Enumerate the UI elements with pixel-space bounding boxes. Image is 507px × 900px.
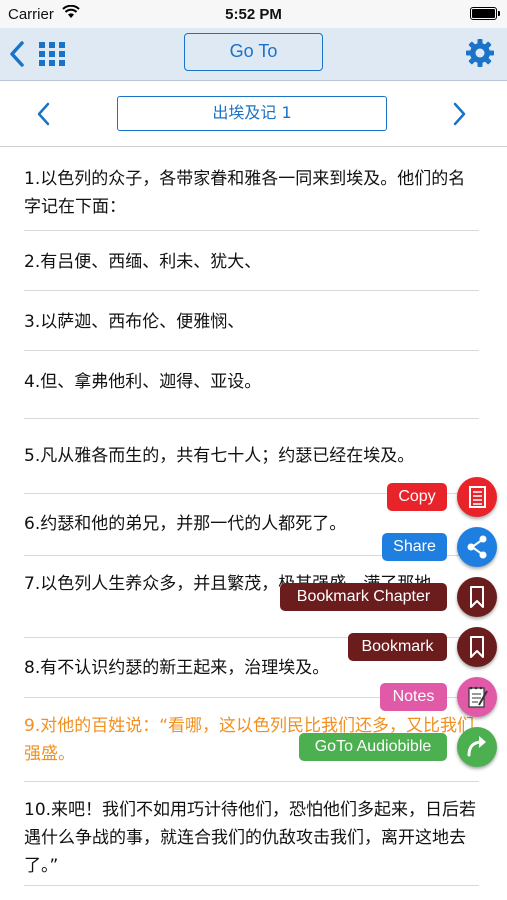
status-bar: Carrier 5:52 PM bbox=[0, 0, 507, 28]
chevron-right-icon bbox=[453, 102, 466, 126]
battery-icon bbox=[470, 7, 500, 20]
navigation-bar: Go To bbox=[0, 28, 507, 81]
settings-button[interactable] bbox=[465, 38, 495, 72]
bookmark-chapter-button[interactable] bbox=[457, 577, 497, 617]
notes-button[interactable] bbox=[457, 677, 497, 717]
bookmark-icon bbox=[470, 636, 484, 658]
notes-label[interactable]: Notes bbox=[380, 683, 447, 711]
verse-text: 2.有吕便、西缅、利未、犹大、 bbox=[24, 252, 262, 272]
verse-text: 1.以色列的众子，各带家眷和雅各一同来到埃及。他们的名字记在下面： bbox=[24, 169, 466, 217]
copy-label[interactable]: Copy bbox=[387, 483, 447, 511]
copy-button[interactable] bbox=[457, 477, 497, 517]
share-button[interactable] bbox=[457, 527, 497, 567]
bookmark-icon bbox=[470, 586, 484, 608]
verse-3[interactable]: 3.以萨迦、西布伦、便雅悯、 bbox=[24, 291, 479, 351]
verse-4[interactable]: 4.但、拿弗他利、迦得、亚设。 bbox=[24, 351, 479, 419]
verse-text: 10.来吧！我们不如用巧计待他们，恐怕他们多起来，日后若遇什么争战的事，就连合我… bbox=[24, 800, 477, 876]
bookmark-button[interactable] bbox=[457, 627, 497, 667]
goto-button[interactable]: Go To bbox=[184, 33, 323, 71]
share-label[interactable]: Share bbox=[382, 533, 447, 561]
chapter-bar: 出埃及记 1 bbox=[0, 81, 507, 147]
back-button[interactable] bbox=[8, 40, 26, 72]
chevron-left-icon bbox=[37, 102, 50, 126]
verse-1[interactable]: 1.以色列的众子，各带家眷和雅各一同来到埃及。他们的名字记在下面： bbox=[24, 147, 479, 231]
grid-menu-button[interactable] bbox=[39, 42, 65, 70]
previous-chapter-button[interactable] bbox=[36, 101, 52, 131]
verse-text: 3.以萨迦、西布伦、便雅悯、 bbox=[24, 312, 245, 332]
verse-list: 1.以色列的众子，各带家眷和雅各一同来到埃及。他们的名字记在下面： 2.有吕便、… bbox=[0, 147, 507, 886]
next-chapter-button[interactable] bbox=[451, 101, 467, 131]
goto-audiobible-button[interactable] bbox=[457, 727, 497, 767]
notes-icon bbox=[468, 686, 488, 708]
verse-text: 4.但、拿弗他利、迦得、亚设。 bbox=[24, 372, 262, 392]
chevron-left-icon bbox=[10, 41, 24, 67]
copy-icon bbox=[469, 486, 486, 508]
bookmark-label[interactable]: Bookmark bbox=[348, 633, 447, 661]
verse-2[interactable]: 2.有吕便、西缅、利未、犹大、 bbox=[24, 231, 479, 291]
goto-audiobible-label[interactable]: GoTo Audiobible bbox=[299, 733, 447, 761]
share-icon bbox=[467, 535, 487, 559]
gear-icon bbox=[466, 39, 494, 67]
goto-arrow-icon bbox=[467, 736, 486, 757]
verse-10[interactable]: 10.来吧！我们不如用巧计待他们，恐怕他们多起来，日后若遇什么争战的事，就连合我… bbox=[24, 782, 479, 886]
bookmark-chapter-label[interactable]: Bookmark Chapter bbox=[280, 583, 447, 611]
clock: 5:52 PM bbox=[225, 6, 282, 23]
verse-text: 5.凡从雅各而生的，共有七十人；约瑟已经在埃及。 bbox=[24, 446, 415, 466]
grid-icon bbox=[39, 42, 65, 66]
chapter-selector[interactable]: 出埃及记 1 bbox=[117, 96, 387, 131]
